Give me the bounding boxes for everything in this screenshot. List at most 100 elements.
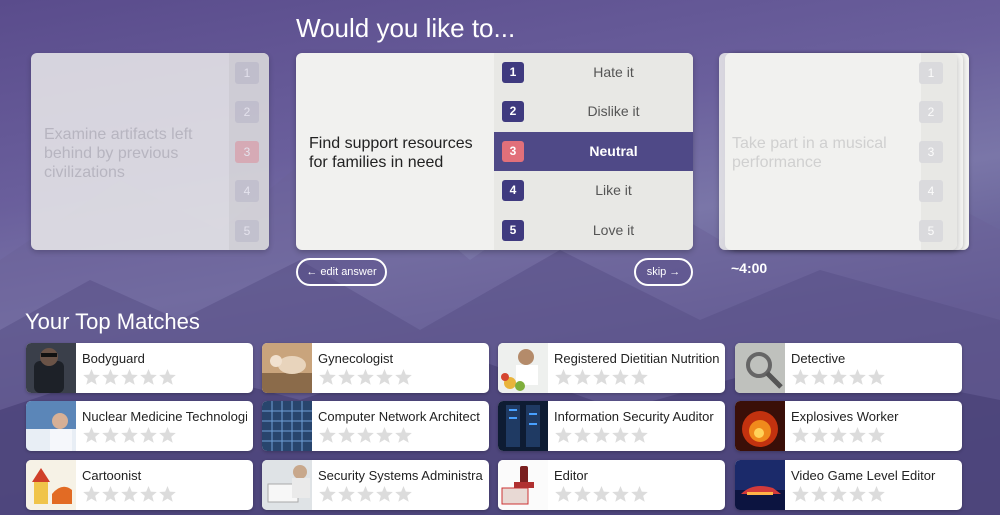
- star-icon[interactable]: [82, 426, 101, 444]
- star-icon[interactable]: [318, 368, 337, 386]
- match-card[interactable]: Nuclear Medicine Technologist: [26, 401, 253, 451]
- match-card[interactable]: Editor: [498, 460, 725, 510]
- match-card[interactable]: Video Game Level Editor: [735, 460, 962, 510]
- match-name: Nuclear Medicine Technologist: [82, 409, 247, 424]
- star-icon[interactable]: [867, 485, 886, 503]
- star-icon[interactable]: [630, 485, 649, 503]
- star-rating[interactable]: [554, 426, 649, 444]
- star-icon[interactable]: [120, 485, 139, 503]
- match-card[interactable]: Explosives Worker: [735, 401, 962, 451]
- option-like-it[interactable]: 4 Like it: [494, 171, 693, 210]
- option-love-it[interactable]: 5 Love it: [494, 211, 693, 250]
- star-icon[interactable]: [139, 368, 158, 386]
- star-rating[interactable]: [318, 426, 413, 444]
- star-icon[interactable]: [375, 368, 394, 386]
- star-rating[interactable]: [791, 368, 886, 386]
- match-card[interactable]: Detective: [735, 343, 962, 393]
- star-icon[interactable]: [394, 368, 413, 386]
- network-architect-thumbnail: [262, 401, 312, 451]
- match-name: Detective: [791, 351, 846, 366]
- star-icon[interactable]: [158, 426, 177, 444]
- star-icon[interactable]: [611, 426, 630, 444]
- star-icon[interactable]: [810, 368, 829, 386]
- star-icon[interactable]: [573, 485, 592, 503]
- star-icon[interactable]: [139, 426, 158, 444]
- match-card[interactable]: Bodyguard: [26, 343, 253, 393]
- star-icon[interactable]: [867, 426, 886, 444]
- match-card[interactable]: Computer Network Architect: [262, 401, 489, 451]
- star-icon[interactable]: [318, 426, 337, 444]
- star-icon[interactable]: [554, 485, 573, 503]
- star-rating[interactable]: [791, 485, 886, 503]
- star-rating[interactable]: [318, 368, 413, 386]
- next-rating-5: 5: [919, 220, 943, 242]
- star-icon[interactable]: [592, 426, 611, 444]
- star-icon[interactable]: [120, 368, 139, 386]
- option-dislike-it[interactable]: 2 Dislike it: [494, 92, 693, 131]
- star-icon[interactable]: [867, 368, 886, 386]
- star-rating[interactable]: [82, 485, 177, 503]
- star-icon[interactable]: [810, 485, 829, 503]
- star-icon[interactable]: [630, 368, 649, 386]
- star-rating[interactable]: [82, 368, 177, 386]
- explosives-thumbnail: [735, 401, 785, 451]
- star-icon[interactable]: [573, 368, 592, 386]
- star-icon[interactable]: [810, 426, 829, 444]
- star-rating[interactable]: [318, 485, 413, 503]
- star-icon[interactable]: [337, 368, 356, 386]
- star-icon[interactable]: [573, 426, 592, 444]
- next-rating-4: 4: [919, 180, 943, 202]
- star-icon[interactable]: [592, 485, 611, 503]
- star-icon[interactable]: [829, 426, 848, 444]
- star-icon[interactable]: [120, 426, 139, 444]
- star-icon[interactable]: [554, 426, 573, 444]
- star-icon[interactable]: [101, 368, 120, 386]
- match-card[interactable]: Registered Dietitian Nutritionist: [498, 343, 725, 393]
- star-rating[interactable]: [554, 368, 649, 386]
- star-icon[interactable]: [318, 485, 337, 503]
- star-rating[interactable]: [791, 426, 886, 444]
- edit-answer-button[interactable]: ← edit answer: [296, 258, 387, 286]
- star-icon[interactable]: [791, 368, 810, 386]
- star-icon[interactable]: [101, 485, 120, 503]
- star-icon[interactable]: [611, 368, 630, 386]
- star-icon[interactable]: [554, 368, 573, 386]
- star-icon[interactable]: [158, 368, 177, 386]
- star-icon[interactable]: [848, 426, 867, 444]
- star-icon[interactable]: [829, 485, 848, 503]
- star-icon[interactable]: [158, 485, 177, 503]
- star-icon[interactable]: [592, 368, 611, 386]
- star-icon[interactable]: [337, 485, 356, 503]
- option-neutral[interactable]: 3 Neutral: [494, 131, 693, 172]
- match-card[interactable]: Security Systems Administrator: [262, 460, 489, 510]
- star-icon[interactable]: [356, 426, 375, 444]
- detective-thumbnail: [735, 343, 785, 393]
- star-icon[interactable]: [337, 426, 356, 444]
- match-card[interactable]: Information Security Auditor: [498, 401, 725, 451]
- star-rating[interactable]: [554, 485, 649, 503]
- star-icon[interactable]: [82, 485, 101, 503]
- skip-button[interactable]: skip →: [634, 258, 693, 286]
- match-name: Computer Network Architect: [318, 409, 480, 424]
- star-icon[interactable]: [829, 368, 848, 386]
- star-icon[interactable]: [139, 485, 158, 503]
- star-icon[interactable]: [394, 426, 413, 444]
- star-icon[interactable]: [375, 485, 394, 503]
- star-icon[interactable]: [791, 426, 810, 444]
- star-icon[interactable]: [101, 426, 120, 444]
- star-icon[interactable]: [356, 368, 375, 386]
- star-icon[interactable]: [375, 426, 394, 444]
- star-icon[interactable]: [791, 485, 810, 503]
- star-icon[interactable]: [848, 485, 867, 503]
- match-card[interactable]: Cartoonist: [26, 460, 253, 510]
- star-icon[interactable]: [394, 485, 413, 503]
- star-icon[interactable]: [356, 485, 375, 503]
- star-icon[interactable]: [82, 368, 101, 386]
- star-icon[interactable]: [611, 485, 630, 503]
- star-rating[interactable]: [82, 426, 177, 444]
- option-hate-it[interactable]: 1 Hate it: [494, 53, 693, 92]
- match-card[interactable]: Gynecologist: [262, 343, 489, 393]
- star-icon[interactable]: [848, 368, 867, 386]
- star-icon[interactable]: [630, 426, 649, 444]
- next-question-card: Take part in a musical performance 1 2 3…: [719, 53, 957, 250]
